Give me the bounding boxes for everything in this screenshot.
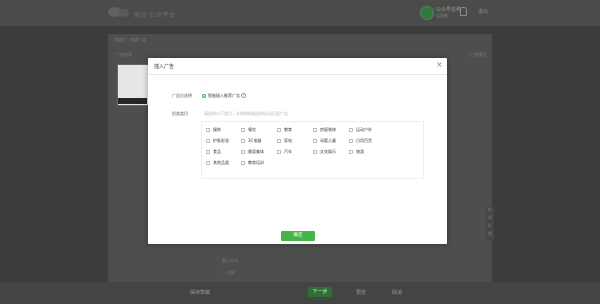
category-option-label[interactable]: 其他品类 [213,160,229,166]
category-hint: 请选择以下类目，系统将根据选择自动匹配广告 [204,111,288,116]
ad-preview-caption-bar [118,98,147,104]
save-draft-button[interactable]: 保存草稿 [190,289,210,296]
category-checkbox[interactable] [349,150,353,154]
category-option-label[interactable]: 护肤彩妆 [213,138,229,144]
feedback-side-tab[interactable]: 样 式 反 馈 [486,206,494,240]
top-bar [0,0,600,26]
smart-insert-radio-label[interactable]: 智能插入推荐广告 [208,93,240,99]
side-tab-char: 反 [488,223,492,228]
side-tab-char: 馈 [488,231,492,236]
logo-text: 微信·公众平台 [134,12,176,19]
category-option-label[interactable]: 日用百货 [356,138,372,144]
avatar[interactable] [420,6,434,20]
next-step-label: 下一步 [312,289,328,295]
cancel-button[interactable]: 取消 [392,289,402,296]
side-tab-char: 样 [488,207,492,212]
smart-insert-radio[interactable] [202,94,206,98]
category-checkbox[interactable] [349,139,353,143]
category-checkbox[interactable] [313,150,317,154]
bell-icon[interactable] [460,7,467,16]
category-option-label[interactable]: 教育 [284,127,292,133]
category-checkbox[interactable] [277,128,281,132]
side-tab-char: 式 [488,215,492,220]
category-checkbox[interactable] [206,128,210,132]
category-label: 投放类目 [172,111,188,116]
user-role: 运营者 [436,13,448,18]
category-checkbox[interactable] [277,139,281,143]
user-name[interactable]: 公众号名称 [436,6,461,13]
next-step-button[interactable]: 下一步 [308,287,332,297]
category-checkbox[interactable] [313,139,317,143]
category-option-label[interactable]: 美容美体 [248,149,264,155]
category-option-label[interactable]: 教育培训 [248,160,264,166]
help-icon[interactable]: ? [241,93,246,98]
dialog-divider [148,74,447,75]
category-checkbox[interactable] [241,150,245,154]
category-option-label[interactable]: 服饰 [213,127,221,133]
category-option-label[interactable]: 运动户外 [356,127,372,133]
category-option-label[interactable]: 食品 [213,149,221,155]
ad-style-label: 广告样式 [116,52,132,57]
bottom-action-bar [0,282,600,304]
confirm-label: 确定 [293,233,303,238]
close-icon[interactable]: × [436,60,443,70]
category-checkbox[interactable] [206,150,210,154]
category-option-label[interactable]: 3C电器 [248,138,261,144]
exit-link[interactable]: 退出 [478,8,488,15]
category-option-label[interactable]: 餐饮 [248,127,256,133]
category-option-label[interactable]: 文化娱乐 [320,149,336,155]
category-checkbox[interactable] [206,139,210,143]
confirm-button[interactable]: 确定 [281,231,315,241]
wechat-logo-icon-secondary [119,9,129,17]
category-option-label[interactable]: 汽车 [284,149,292,155]
display-mode-label: 展示方式 [222,258,238,263]
category-checkbox[interactable] [349,128,353,132]
display-mode-option[interactable]: ○ 全部 [222,270,235,276]
category-checkbox[interactable] [241,139,245,143]
category-checkbox[interactable] [206,161,210,165]
category-option-label[interactable]: 家电 [284,138,292,144]
preview-button[interactable]: 预览 [356,289,366,296]
ad-preview-label: 广告预览 [470,52,486,57]
category-checkbox[interactable] [277,150,281,154]
category-option-label[interactable]: 房屋装修 [320,127,336,133]
category-checkbox[interactable] [313,128,317,132]
dialog-title: 插入广告 [154,64,175,70]
ad-position-label: 广告位选择 [172,93,192,98]
category-checkbox[interactable] [241,161,245,165]
category-option-label[interactable]: 母婴儿童 [320,138,336,144]
breadcrumb: 流量主 › 投放广告 [114,37,147,42]
category-option-label[interactable]: 旅游 [356,149,364,155]
category-checkbox[interactable] [241,128,245,132]
